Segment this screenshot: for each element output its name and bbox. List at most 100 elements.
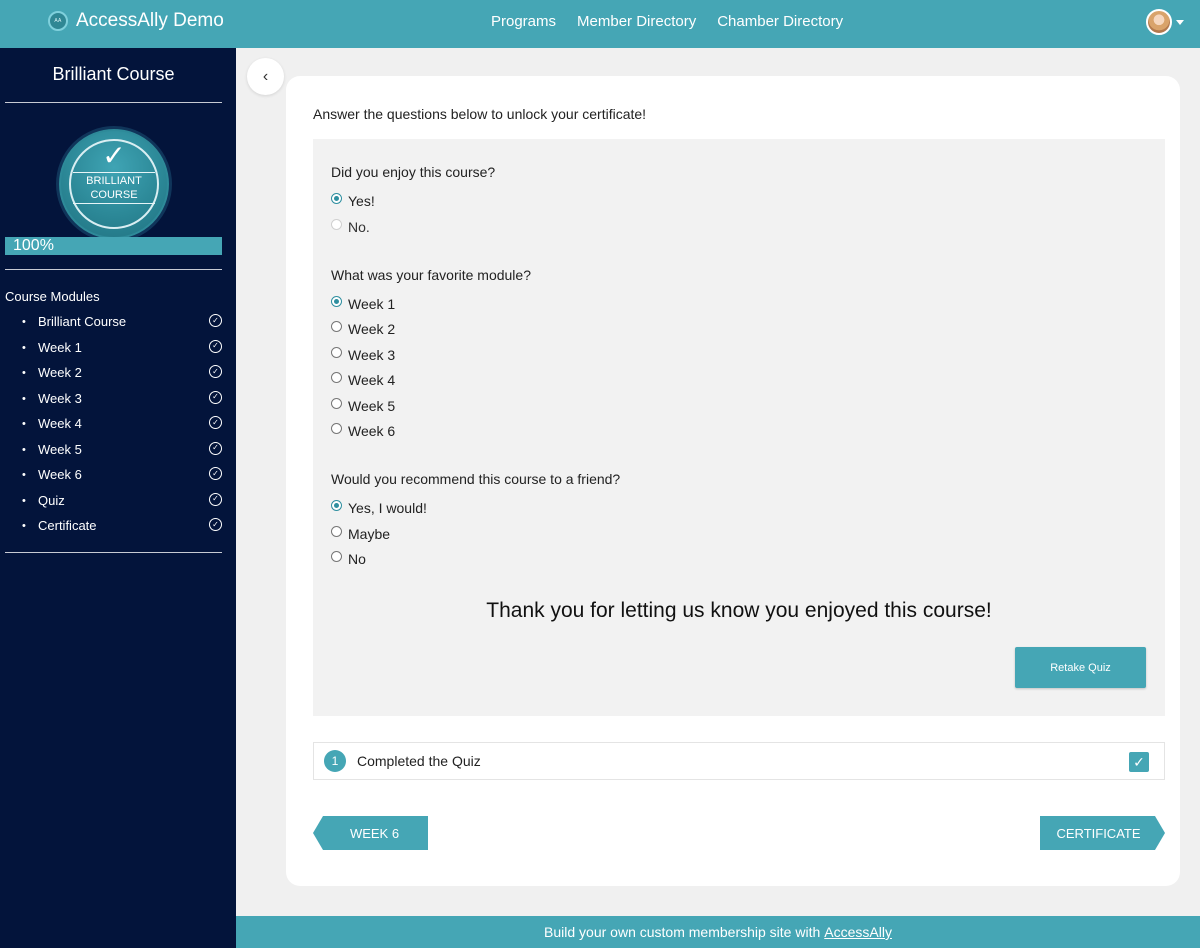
option-week-6[interactable]: Week 6 (331, 422, 396, 439)
footer: Build your own custom membership site wi… (236, 916, 1200, 948)
nav-programs[interactable]: Programs (491, 13, 556, 30)
prev-week-6-button[interactable]: WEEK 6 (313, 816, 428, 850)
module-label[interactable]: Week 3 (38, 391, 82, 407)
nav-member-directory[interactable]: Member Directory (577, 13, 696, 30)
brand[interactable]: AA AccessAlly Demo (48, 10, 224, 32)
nav-chamber-directory[interactable]: Chamber Directory (717, 13, 843, 30)
sidebar-item-week-3[interactable]: • Week 3 ✓ (22, 390, 222, 417)
radio-button (331, 218, 342, 230)
bullet-icon: • (22, 494, 26, 507)
radio-button[interactable] (331, 397, 342, 409)
option-week-1[interactable]: Week 1 (331, 295, 396, 312)
task-label: Completed the Quiz (357, 753, 481, 769)
module-label[interactable]: Quiz (38, 493, 65, 509)
brand-logo-icon: AA (48, 11, 68, 31)
task-row: 1 Completed the Quiz ✓ (313, 742, 1165, 780)
option-week-3[interactable]: Week 3 (331, 346, 396, 363)
check-circle-icon: ✓ (209, 416, 222, 429)
course-badge: ✓ BRILLIANT COURSE (56, 126, 172, 242)
retake-quiz-button[interactable]: Retake Quiz (1015, 647, 1146, 688)
sidebar-item-week-5[interactable]: • Week 5 ✓ (22, 441, 222, 468)
radio-button[interactable] (331, 422, 342, 434)
bullet-icon: • (22, 316, 26, 328)
option-label: No. (348, 219, 370, 235)
badge-line-1: BRILLIANT (86, 175, 142, 187)
option-label: Week 6 (348, 423, 396, 439)
bullet-icon: • (22, 469, 26, 481)
module-label[interactable]: Week 4 (38, 416, 82, 432)
check-circle-icon: ✓ (209, 467, 222, 480)
option-label: Week 4 (348, 372, 396, 388)
chevron-down-icon[interactable] (1176, 19, 1184, 25)
module-label[interactable]: Week 2 (38, 365, 82, 381)
option-yes[interactable]: Yes! (331, 192, 375, 209)
option-week-4[interactable]: Week 4 (331, 371, 396, 388)
modules-heading: Course Modules (5, 289, 100, 304)
option-label: Maybe (348, 526, 391, 542)
module-label[interactable]: Certificate (38, 518, 97, 534)
option-label: Yes, I would! (348, 500, 427, 516)
footer-text: Build your own custom membership site wi… (544, 924, 821, 940)
sidebar-item-week-2[interactable]: • Week 2 ✓ (22, 365, 222, 391)
option-label: Week 2 (348, 321, 396, 337)
radio-button[interactable] (331, 525, 342, 537)
radio-button[interactable] (331, 371, 342, 383)
module-label[interactable]: Brilliant Course (38, 314, 126, 330)
chevron-left-icon: ‹ (262, 67, 269, 85)
brand-name[interactable]: AccessAlly Demo (76, 10, 224, 32)
content-card: Answer the questions below to unlock you… (286, 76, 1180, 886)
radio-button[interactable] (331, 550, 342, 562)
option-no-recommend[interactable]: No (331, 550, 366, 567)
check-circle-icon: ✓ (209, 365, 222, 378)
module-label[interactable]: Week 1 (38, 340, 82, 356)
brand-logo-text: AA (54, 18, 62, 24)
module-label[interactable]: Week 5 (38, 442, 82, 458)
radio-button[interactable] (331, 346, 342, 358)
bullet-icon: • (22, 443, 26, 456)
sidebar-item-week-6[interactable]: • Week 6 ✓ (22, 467, 222, 493)
option-yes-i-would[interactable]: Yes, I would! (331, 499, 427, 516)
checkbox-checked-icon[interactable]: ✓ (1129, 752, 1149, 772)
divider (5, 552, 222, 553)
option-maybe[interactable]: Maybe (331, 525, 391, 542)
task-number-badge: 1 (324, 750, 346, 772)
check-circle-icon: ✓ (209, 492, 222, 506)
option-label: No (348, 551, 366, 567)
option-week-5[interactable]: Week 5 (331, 397, 395, 414)
question-1: Did you enjoy this course? (331, 164, 496, 180)
user-menu[interactable] (1146, 9, 1184, 35)
check-circle-icon: ✓ (209, 314, 222, 327)
option-label: Week 1 (348, 296, 396, 312)
check-circle-icon: ✓ (209, 390, 222, 404)
thank-you-message: Thank you for letting us know you enjoye… (486, 599, 992, 622)
module-label[interactable]: Week 6 (38, 467, 82, 483)
question-2: What was your favorite module? (331, 267, 531, 283)
option-week-2[interactable]: Week 2 (331, 320, 396, 337)
check-circle-icon: ✓ (209, 339, 222, 353)
sidebar-item-week-4[interactable]: • Week 4 ✓ (22, 416, 222, 442)
bullet-icon: • (22, 418, 26, 430)
intro-text: Answer the questions below to unlock you… (313, 106, 647, 122)
footer-accessally-link[interactable]: AccessAlly (824, 924, 892, 940)
progress-label: 100% (13, 237, 54, 254)
radio-button[interactable] (331, 192, 342, 204)
radio-button[interactable] (331, 320, 342, 332)
badge-line-2: COURSE (90, 189, 138, 201)
sidebar: Brilliant Course ✓ BRILLIANT COURSE 100%… (0, 48, 236, 948)
sidebar-item-certificate[interactable]: • Certificate ✓ (22, 518, 222, 544)
sidebar-item-quiz[interactable]: • Quiz ✓ (22, 492, 222, 519)
option-label: Yes! (348, 193, 375, 209)
progress-bar: 100% (5, 237, 222, 255)
course-title: Brilliant Course (52, 64, 175, 84)
radio-button[interactable] (331, 499, 342, 511)
avatar[interactable] (1146, 9, 1172, 35)
next-certificate-button[interactable]: CERTIFICATE (1040, 816, 1165, 850)
sidebar-item-brilliant-course[interactable]: • Brilliant Course ✓ (22, 314, 222, 340)
sidebar-item-week-1[interactable]: • Week 1 ✓ (22, 339, 222, 366)
top-nav: Programs Member Directory Chamber Direct… (491, 13, 843, 30)
option-label: Week 3 (348, 347, 396, 363)
collapse-sidebar-button[interactable]: ‹ (247, 58, 284, 95)
radio-button[interactable] (331, 295, 342, 307)
badge-ring: ✓ BRILLIANT COURSE (69, 139, 159, 229)
option-no: No. (331, 218, 370, 235)
